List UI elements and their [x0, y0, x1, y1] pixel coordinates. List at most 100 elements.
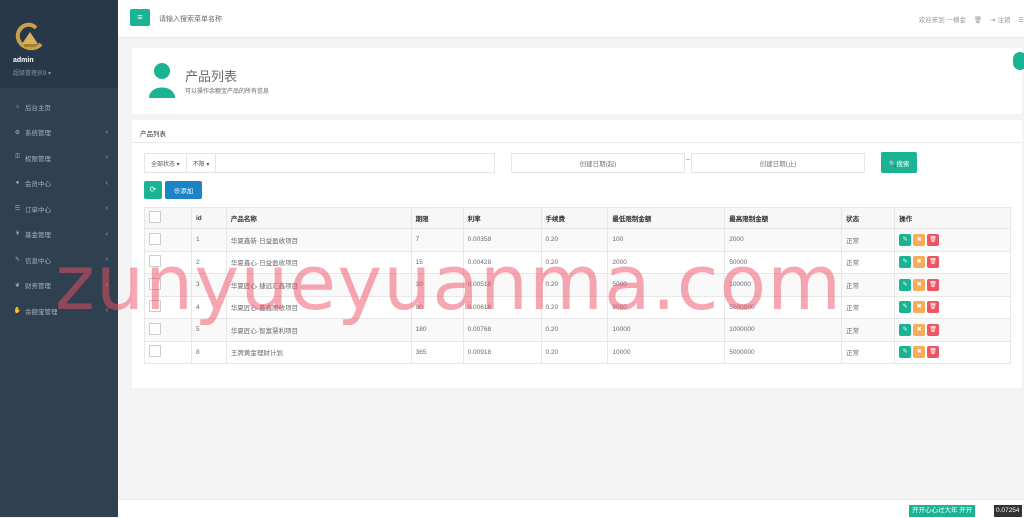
table-cell: 正常 — [841, 318, 896, 342]
disable-icon[interactable]: ✖ — [913, 323, 926, 336]
disable-icon[interactable]: ✖ — [913, 278, 926, 291]
delete-icon[interactable]: 🗑 — [927, 301, 940, 314]
menu-toggle-button[interactable]: ≡ — [130, 9, 150, 26]
table-cell: 365 — [410, 340, 464, 364]
sidebar-item-label: 基金管理 — [25, 232, 51, 240]
sidebar-item-label: 订单中心 — [25, 206, 51, 214]
table-cell: 8 — [190, 340, 227, 364]
chevron-left-icon: ‹ — [105, 205, 108, 213]
sidebar-item-label: 后台主页 — [25, 104, 51, 112]
row-actions: ✎ ✖ 🗑 — [894, 318, 1011, 342]
edit-icon[interactable]: ✎ — [899, 346, 912, 359]
column-header: 利率 — [462, 207, 542, 229]
hand-icon: ✋ — [13, 308, 22, 315]
delete-icon[interactable]: 🗑 — [927, 278, 940, 291]
logout-link[interactable]: 注销 — [997, 17, 1010, 24]
page-header: 产品列表 可以操作余额宝产品的所有信息 — [132, 48, 1022, 114]
settings-icon[interactable] — [1013, 52, 1024, 70]
user-icon — [149, 63, 175, 98]
sidebar-item-label: 财务管理 — [25, 283, 51, 291]
select-all-header[interactable] — [144, 207, 192, 229]
edit-icon[interactable]: ✎ — [899, 256, 912, 269]
logo-icon — [15, 22, 43, 51]
column-header: 最高限制金额 — [724, 207, 843, 229]
period-select[interactable]: 不限 ▾ — [187, 154, 217, 172]
row-select-cell — [144, 340, 192, 364]
delete-icon[interactable]: 🗑 — [927, 233, 940, 246]
logout-icon[interactable]: ⇥ — [990, 17, 995, 24]
sidebar-item-label: 权限管理 — [25, 155, 51, 163]
refresh-button[interactable]: ⟳ — [144, 181, 162, 199]
table-cell: 5000000 — [724, 340, 843, 364]
edit-icon[interactable]: ✎ — [899, 233, 912, 246]
panel-title: 产品列表 — [140, 131, 166, 138]
row-actions: ✎ ✖ 🗑 — [894, 228, 1011, 252]
status-select[interactable]: 全部状态 ▾ — [145, 154, 187, 172]
table-cell: 0.00918 — [462, 340, 542, 364]
user-icon: ● — [15, 180, 20, 187]
topbar: ≡ 请输入搜索菜单名称 欢迎来到 一横金 🗑 ⇥ 注销 ☰ — [118, 0, 1024, 38]
table-cell: 正常 — [841, 250, 896, 274]
footer — [118, 499, 1024, 518]
sidebar-item-3[interactable]: ● 会员中心 ‹ — [0, 171, 118, 197]
edit-icon[interactable]: ✎ — [899, 301, 912, 314]
column-header: 产品名称 — [225, 207, 412, 229]
table-cell: 正常 — [841, 228, 896, 252]
table-cell: 10000 — [607, 340, 726, 364]
delete-icon[interactable]: 🗑 — [927, 256, 940, 269]
disable-icon[interactable]: ✖ — [913, 233, 926, 246]
more-icon[interactable]: ☰ — [1018, 17, 1024, 24]
user-role-dropdown[interactable]: 超级管理员9 ▾ — [13, 68, 51, 77]
sidebar-item-label: 系统管理 — [25, 130, 51, 138]
column-header: id — [190, 207, 227, 229]
table-cell: 正常 — [841, 340, 896, 364]
date-start-input[interactable]: 创建日期(起) — [511, 153, 685, 173]
edit-icon[interactable]: ✎ — [899, 323, 912, 336]
wrench-icon: ✎ — [14, 257, 21, 264]
date-separator: ~ — [686, 157, 691, 164]
chevron-left-icon: ‹ — [105, 154, 108, 162]
sidebar-item-0[interactable]: ⌂ 后台主页 — [0, 94, 118, 120]
sidebar-item-4[interactable]: ☰ 订单中心 ‹ — [0, 196, 118, 222]
cogs-icon: ⚙ — [14, 129, 21, 136]
filter-group: 全部状态 ▾ 不限 ▾ — [144, 153, 495, 173]
disable-icon[interactable]: ✖ — [913, 301, 926, 314]
disable-icon[interactable]: ✖ — [913, 346, 926, 359]
select-all-checkbox[interactable] — [149, 211, 161, 223]
watermark: zunyueyuanma.com — [55, 238, 843, 327]
search-button[interactable]: 🔍搜索 — [881, 152, 917, 173]
row-checkbox[interactable] — [149, 345, 161, 358]
date-end-input[interactable]: 创建日期(止) — [691, 153, 865, 173]
sidebar-item-label: 会员中心 — [25, 181, 51, 189]
list-icon: ☰ — [14, 206, 21, 213]
row-actions: ✎ ✖ 🗑 — [894, 295, 1011, 319]
row-actions: ✎ ✖ 🗑 — [894, 250, 1011, 274]
column-header: 操作 — [894, 207, 1011, 229]
delete-icon[interactable]: 🗑 — [927, 346, 940, 359]
home-icon: ⌂ — [15, 103, 20, 110]
keyword-input[interactable] — [216, 154, 494, 172]
table-row: 8 王牌黄金理财计划 365 0.00918 0.20 10000 5000000 正常 ✎ ✖ 🗑 — [144, 340, 1011, 364]
welcome-text: 欢迎来到 一横金 — [918, 17, 967, 24]
topbar-right: 欢迎来到 一横金 🗑 ⇥ 注销 ☰ — [913, 14, 1024, 24]
disable-icon[interactable]: ✖ — [913, 256, 926, 269]
page-subtitle: 可以操作余额宝产品的所有信息 — [185, 89, 270, 95]
leaf-icon: ❦ — [14, 282, 21, 289]
footer-ticker: 开开心心过大年 开开 — [909, 505, 976, 517]
chevron-left-icon: ‹ — [105, 230, 108, 238]
sidebar-item-label: 余额宝管理 — [25, 308, 58, 316]
key-icon: ⚿ — [15, 154, 20, 161]
chevron-left-icon: ‹ — [105, 128, 108, 136]
trash-icon[interactable]: 🗑 — [974, 17, 982, 24]
sidebar-item-1[interactable]: ⚙ 系统管理 ‹ — [0, 120, 118, 146]
column-header: 最低限制金额 — [607, 207, 726, 229]
user-name: admin — [13, 57, 34, 64]
menu-search-input[interactable]: 请输入搜索菜单名称 — [159, 14, 222, 24]
delete-icon[interactable]: 🗑 — [927, 323, 940, 336]
yen-icon: ¥ — [15, 231, 20, 238]
edit-icon[interactable]: ✎ — [899, 278, 912, 291]
table-cell: 王牌黄金理财计划 — [225, 340, 412, 364]
row-actions: ✎ ✖ 🗑 — [894, 340, 1011, 364]
add-button[interactable]: ⊕添加 — [165, 181, 202, 199]
sidebar-item-2[interactable]: ⚿ 权限管理 ‹ — [0, 145, 118, 171]
